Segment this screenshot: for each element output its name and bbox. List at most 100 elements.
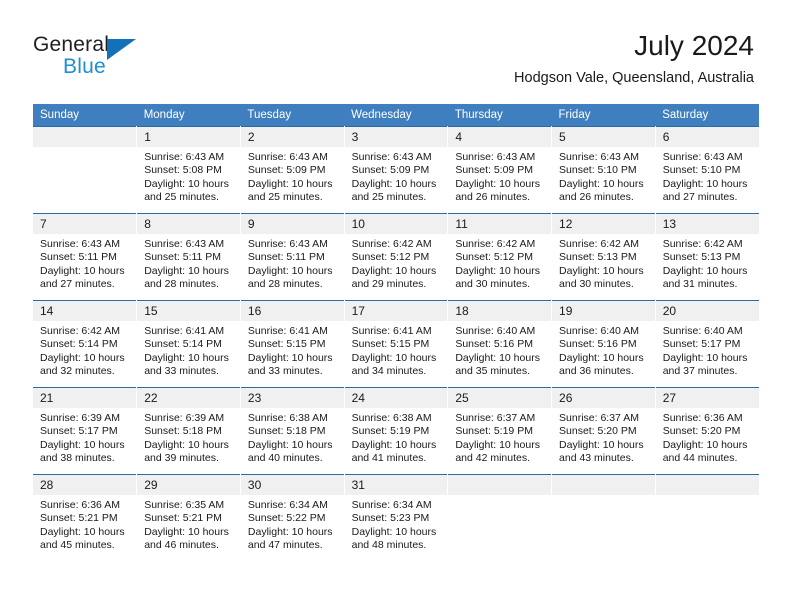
calendar-week-row: 1 Sunrise: 6:43 AM Sunset: 5:08 PM Daylight… [33,126,759,214]
calendar-day-cell[interactable]: 12 Sunrise: 6:42 AM Sunset: 5:13 PM Dayligh… [551,213,656,301]
calendar-day-cell[interactable]: 4 Sunrise: 6:43 AM Sunset: 5:09 PM Daylight… [447,126,553,214]
day-details: Sunrise: 6:42 AM Sunset: 5:12 PM Daylight:… [345,234,448,292]
day-number: 16 [240,301,344,321]
sunset-text: Sunset: 5:20 PM [662,425,741,438]
sunset-text: Sunset: 5:12 PM [351,251,430,264]
calendar-day-cell[interactable]: 31 Sunrise: 6:34 AM Sunset: 5:23 PM Dayligh… [344,474,449,561]
day-details: Sunrise: 6:36 AM Sunset: 5:20 PM Daylight:… [656,408,759,466]
daylight-text-line2: and 25 minutes. [144,191,219,204]
day-details: Sunrise: 6:40 AM Sunset: 5:16 PM Daylight:… [552,321,655,379]
calendar-day-cell-empty [33,126,138,214]
day-details: Sunrise: 6:43 AM Sunset: 5:11 PM Daylight:… [33,234,136,292]
day-details: Sunrise: 6:43 AM Sunset: 5:11 PM Daylight:… [137,234,240,292]
daylight-text-line1: Daylight: 10 hours [455,438,540,451]
calendar-day-cell[interactable]: 3 Sunrise: 6:43 AM Sunset: 5:09 PM Daylight… [344,126,449,214]
day-details: Sunrise: 6:35 AM Sunset: 5:21 PM Daylight:… [137,495,240,553]
calendar-day-cell[interactable]: 7 Sunrise: 6:43 AM Sunset: 5:11 PM Daylight… [33,213,138,301]
daylight-text-line1: Daylight: 10 hours [351,438,437,451]
day-details: Sunrise: 6:34 AM Sunset: 5:23 PM Daylight:… [345,495,448,553]
day-details: Sunrise: 6:42 AM Sunset: 5:12 PM Daylight:… [448,234,551,292]
calendar-day-cell[interactable]: 1 Sunrise: 6:43 AM Sunset: 5:08 PM Daylight… [136,126,241,214]
calendar-day-cell[interactable]: 13 Sunrise: 6:42 AM Sunset: 5:13 PM Dayligh… [655,213,759,301]
sunrise-text: Sunrise: 6:42 AM [351,238,432,250]
daylight-text-line1: Daylight: 10 hours [662,438,748,451]
weekday-header-saturday: Saturday [655,104,759,127]
sunrise-text: Sunrise: 6:43 AM [144,151,225,163]
daylight-text-line2: and 41 minutes. [351,452,427,465]
sunrise-text: Sunrise: 6:42 AM [455,238,536,250]
calendar-day-cell[interactable]: 14 Sunrise: 6:42 AM Sunset: 5:14 PM Dayligh… [33,300,138,388]
day-number: 8 [137,214,240,234]
day-details: Sunrise: 6:43 AM Sunset: 5:11 PM Daylight:… [241,234,344,292]
sunrise-text: Sunrise: 6:40 AM [559,325,639,337]
calendar-day-cell[interactable]: 21 Sunrise: 6:39 AM Sunset: 5:17 PM Dayligh… [33,387,138,475]
daylight-text-line1: Daylight: 10 hours [40,351,125,364]
brand-name-blue: Blue [63,55,106,78]
daylight-text-line2: and 30 minutes. [455,278,531,291]
daylight-text-line1: Daylight: 10 hours [40,525,125,538]
day-details: Sunrise: 6:39 AM Sunset: 5:18 PM Daylight:… [137,408,240,466]
daylight-text-line2: and 27 minutes. [662,191,738,204]
calendar-day-cell[interactable]: 26 Sunrise: 6:37 AM Sunset: 5:20 PM Dayligh… [551,387,656,475]
daylight-text-line2: and 42 minutes. [455,452,531,465]
calendar-day-cell[interactable]: 25 Sunrise: 6:37 AM Sunset: 5:19 PM Dayligh… [447,387,553,475]
calendar-day-cell[interactable]: 23 Sunrise: 6:38 AM Sunset: 5:18 PM Dayligh… [240,387,345,475]
sunset-text: Sunset: 5:11 PM [144,251,222,264]
day-number: 2 [240,127,344,147]
sunset-text: Sunset: 5:19 PM [351,425,430,438]
calendar-day-cell[interactable]: 18 Sunrise: 6:40 AM Sunset: 5:16 PM Dayligh… [447,300,553,388]
calendar-day-cell[interactable]: 6 Sunrise: 6:43 AM Sunset: 5:10 PM Daylight… [655,126,759,214]
calendar-day-cell[interactable]: 15 Sunrise: 6:41 AM Sunset: 5:14 PM Dayligh… [136,300,241,388]
sunset-text: Sunset: 5:13 PM [662,251,741,264]
weekday-header-friday: Friday [551,104,656,127]
calendar-day-cell[interactable]: 9 Sunrise: 6:43 AM Sunset: 5:11 PM Daylight… [240,213,345,301]
daylight-text-line1: Daylight: 10 hours [351,525,437,538]
day-details: Sunrise: 6:43 AM Sunset: 5:09 PM Daylight:… [241,147,344,205]
sunrise-text: Sunrise: 6:34 AM [247,499,328,511]
daylight-text-line2: and 34 minutes. [351,365,427,378]
calendar-day-cell[interactable]: 5 Sunrise: 6:43 AM Sunset: 5:10 PM Daylight… [551,126,656,214]
calendar-day-cell[interactable]: 8 Sunrise: 6:43 AM Sunset: 5:11 PM Daylight… [136,213,241,301]
sunset-text: Sunset: 5:11 PM [40,251,117,264]
calendar-day-cell[interactable]: 22 Sunrise: 6:39 AM Sunset: 5:18 PM Dayligh… [136,387,241,475]
calendar-day-cell[interactable]: 10 Sunrise: 6:42 AM Sunset: 5:12 PM Dayligh… [344,213,449,301]
calendar-day-cell[interactable]: 11 Sunrise: 6:42 AM Sunset: 5:12 PM Dayligh… [447,213,553,301]
sunrise-text: Sunrise: 6:37 AM [559,412,639,424]
weekday-header-thursday: Thursday [447,104,552,127]
calendar-day-cell[interactable]: 16 Sunrise: 6:41 AM Sunset: 5:15 PM Dayligh… [240,300,345,388]
calendar-day-cell[interactable]: 28 Sunrise: 6:36 AM Sunset: 5:21 PM Dayligh… [33,474,138,561]
daylight-text-line1: Daylight: 10 hours [40,264,125,277]
daylight-text-line1: Daylight: 10 hours [40,438,125,451]
daylight-text-line1: Daylight: 10 hours [247,177,333,190]
title-block: July 2024 Hodgson Vale, Queensland, Aust… [514,30,754,87]
day-details: Sunrise: 6:42 AM Sunset: 5:13 PM Daylight:… [656,234,759,292]
calendar-day-cell[interactable]: 29 Sunrise: 6:35 AM Sunset: 5:21 PM Dayligh… [136,474,241,561]
calendar-day-cell[interactable]: 24 Sunrise: 6:38 AM Sunset: 5:19 PM Dayligh… [344,387,449,475]
calendar-day-cell[interactable]: 2 Sunrise: 6:43 AM Sunset: 5:09 PM Daylight… [240,126,345,214]
weekday-header-tuesday: Tuesday [240,104,345,127]
calendar-day-cell[interactable]: 19 Sunrise: 6:40 AM Sunset: 5:16 PM Dayligh… [551,300,656,388]
day-number: 7 [33,214,137,234]
day-number [655,475,759,495]
day-number: 20 [655,301,759,321]
daylight-text-line1: Daylight: 10 hours [455,264,540,277]
calendar-day-cell[interactable]: 20 Sunrise: 6:40 AM Sunset: 5:17 PM Dayligh… [655,300,759,388]
calendar-day-cell[interactable]: 17 Sunrise: 6:41 AM Sunset: 5:15 PM Dayligh… [344,300,449,388]
brand-logo[interactable]: General Blue [33,33,233,83]
daylight-text-line1: Daylight: 10 hours [455,351,540,364]
calendar-day-cell[interactable]: 30 Sunrise: 6:34 AM Sunset: 5:22 PM Dayligh… [240,474,345,561]
location-subtitle: Hodgson Vale, Queensland, Australia [514,70,754,86]
daylight-text-line2: and 46 minutes. [144,539,219,552]
page-title: July 2024 [634,30,754,61]
daylight-text-line2: and 28 minutes. [247,278,323,291]
calendar-header-row: Sunday Monday Tuesday Wednesday Thursday… [33,104,759,127]
calendar-day-cell[interactable]: 27 Sunrise: 6:36 AM Sunset: 5:20 PM Dayligh… [655,387,759,475]
daylight-text-line2: and 37 minutes. [662,365,738,378]
day-number: 29 [137,475,240,495]
daylight-text-line1: Daylight: 10 hours [247,351,333,364]
day-details: Sunrise: 6:41 AM Sunset: 5:15 PM Daylight:… [345,321,448,379]
sunrise-text: Sunrise: 6:39 AM [144,412,225,424]
day-number: 4 [448,127,552,147]
day-details: Sunrise: 6:43 AM Sunset: 5:09 PM Daylight:… [448,147,551,205]
daylight-text-line1: Daylight: 10 hours [144,525,229,538]
